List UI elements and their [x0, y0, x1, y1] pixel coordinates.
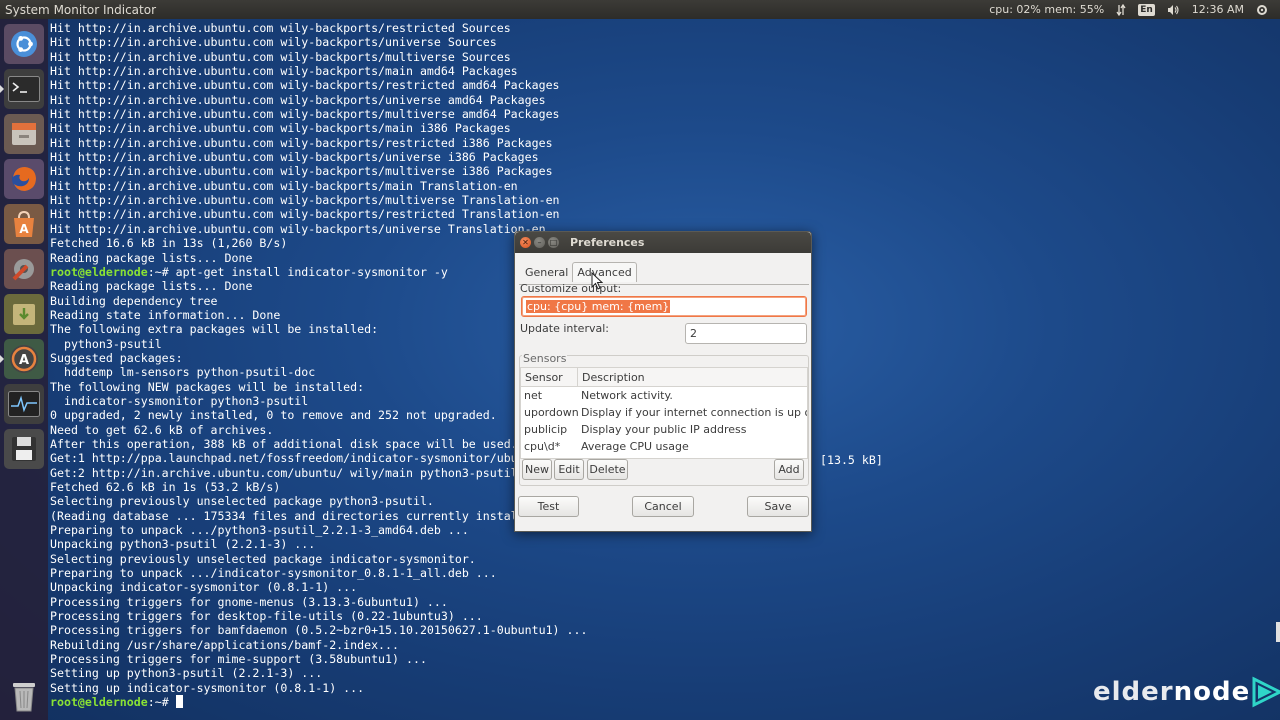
table-row[interactable]: cpu\d* Average CPU usage [521, 438, 807, 455]
trash-icon[interactable] [4, 676, 44, 716]
svg-text:A: A [19, 222, 29, 236]
text-cursor [175, 695, 183, 709]
network-updown-icon[interactable] [1116, 3, 1126, 16]
delete-sensor-button[interactable]: Delete [587, 459, 628, 480]
firefox-icon[interactable] [4, 159, 44, 199]
play-logo-icon [1252, 676, 1280, 708]
archive-manager-icon[interactable] [4, 294, 44, 334]
table-row[interactable]: upordown Display if your internet connect… [521, 404, 807, 421]
svg-text:A: A [19, 353, 29, 368]
terminal-line: Selecting previously unselected package … [50, 551, 476, 566]
sensor-name: cpu\d* [524, 440, 561, 453]
maximize-icon[interactable]: □ [548, 237, 559, 248]
terminal-lines-before: Hit http://in.archive.ubuntu.com wily-ba… [50, 21, 1280, 265]
cancel-button[interactable]: Cancel [632, 496, 694, 517]
sensor-description: Network activity. [581, 389, 673, 402]
column-header-description[interactable]: Description [578, 368, 649, 386]
customize-output-value: cpu: {cpu} mem: {mem} [526, 300, 671, 313]
prompt: root@eldernode [50, 695, 148, 710]
terminal-line: Unpacking python3-psutil (2.2.1-3) ... [50, 537, 316, 552]
sensors-label: Sensors [522, 352, 568, 365]
eldernode-watermark: elder node [1093, 676, 1280, 708]
terminal-line: Processing triggers for bamfdaemon (0.5.… [50, 623, 588, 638]
edge-scroll-marker [1276, 622, 1280, 642]
edit-sensor-button[interactable]: Edit [554, 459, 584, 480]
terminal-line: Hit http://in.archive.ubuntu.com wily-ba… [50, 78, 560, 93]
update-interval-label: Update interval: [520, 322, 609, 335]
terminal-line: Hit http://in.archive.ubuntu.com wily-ba… [50, 64, 518, 79]
terminal-line: Hit http://in.archive.ubuntu.com wily-ba… [50, 164, 553, 179]
active-window-title: System Monitor Indicator [5, 2, 157, 17]
clock[interactable]: 12:36 AM [1192, 3, 1244, 16]
terminal-line: Hit http://in.archive.ubuntu.com wily-ba… [50, 49, 511, 64]
tab-general[interactable]: General [521, 262, 572, 282]
test-button[interactable]: Test [518, 496, 579, 517]
terminal-line: Hit http://in.archive.ubuntu.com wily-ba… [50, 193, 560, 208]
prompt: root@eldernode [50, 264, 148, 279]
system-monitor-icon[interactable] [4, 384, 44, 424]
terminal-line: Hit http://in.archive.ubuntu.com wily-ba… [50, 150, 539, 165]
add-sensor-button[interactable]: Add [774, 459, 804, 480]
sensor-name: upordown [524, 406, 579, 419]
sensor-description: Average CPU usage [581, 440, 689, 453]
customize-output-field[interactable]: cpu: {cpu} mem: {mem} [521, 296, 807, 317]
mouse-pointer-icon [591, 271, 604, 294]
sysmonitor-indicator[interactable]: cpu: 02% mem: 55% [989, 3, 1104, 16]
new-sensor-button[interactable]: New [522, 459, 552, 480]
system-settings-icon[interactable] [4, 249, 44, 289]
terminal-icon[interactable] [0, 69, 44, 109]
launcher: A A [0, 19, 48, 720]
terminal-line: Hit http://in.archive.ubuntu.com wily-ba… [50, 35, 497, 50]
update-interval-field[interactable]: 2 [685, 323, 807, 344]
column-header-sensor[interactable]: Sensor [521, 368, 578, 386]
session-gear-icon[interactable] [1256, 4, 1268, 16]
terminal-line: Hit http://in.archive.ubuntu.com wily-ba… [50, 21, 511, 35]
customize-output-label: Customize output: [520, 282, 622, 295]
save-button[interactable]: Save [747, 496, 809, 517]
table-row[interactable]: net Network activity. [521, 387, 807, 404]
top-panel: System Monitor Indicator cpu: 02% mem: 5… [0, 0, 1280, 19]
dialog-title: Preferences [570, 236, 645, 249]
tab-bar: General Advanced [521, 262, 637, 282]
table-row[interactable]: publicip Display your public IP address [521, 421, 807, 438]
terminal-line: Preparing to unpack .../indicator-sysmon… [50, 566, 497, 581]
software-center-icon[interactable]: A [4, 204, 44, 244]
sensors-table-header: Sensor Description [521, 368, 807, 387]
save-disk-icon[interactable] [4, 429, 44, 469]
terminal-line: Hit http://in.archive.ubuntu.com wily-ba… [50, 121, 511, 136]
dialog-titlebar[interactable]: ✕ – □ Preferences [515, 232, 811, 253]
files-icon[interactable] [4, 114, 44, 154]
command-text: :~# apt-get install indicator-sysmonitor… [147, 264, 448, 279]
terminal-line: Processing triggers for desktop-file-uti… [50, 609, 483, 624]
tab-advanced[interactable]: Advanced [572, 262, 637, 282]
terminal-line: Unpacking indicator-sysmonitor (0.8.1-1)… [50, 580, 358, 595]
preferences-dialog: ✕ – □ Preferences General Advanced Custo… [514, 231, 812, 532]
terminal-line: Hit http://in.archive.ubuntu.com wily-ba… [50, 207, 560, 222]
terminal-line: Processing triggers for gnome-menus (3.1… [50, 594, 448, 609]
terminal-line: Hit http://in.archive.ubuntu.com wily-ba… [50, 107, 560, 122]
sensor-description: Display your public IP address [581, 423, 747, 436]
prompt-suffix: :~# [147, 695, 176, 710]
sensor-name: net [524, 389, 543, 402]
sensor-name: publicip [524, 423, 568, 436]
sensor-description: Display if your internet connection is u… [581, 406, 807, 419]
software-updater-icon[interactable]: A [0, 339, 44, 379]
terminal-line: Hit http://in.archive.ubuntu.com wily-ba… [50, 92, 546, 107]
terminal-line: Hit http://in.archive.ubuntu.com wily-ba… [50, 178, 518, 193]
watermark-text-elder: elder [1093, 677, 1174, 707]
minimize-icon[interactable]: – [534, 237, 545, 248]
close-icon[interactable]: ✕ [520, 237, 531, 248]
keyboard-layout-indicator[interactable]: En [1138, 3, 1155, 16]
volume-icon[interactable] [1167, 4, 1180, 16]
ubuntu-logo-icon[interactable] [4, 24, 44, 64]
terminal-line: Processing triggers for mime-support (3.… [50, 652, 427, 667]
indicator-area: cpu: 02% mem: 55% En 12:36 AM [989, 0, 1280, 19]
terminal-line: Rebuilding /usr/share/applications/bamf-… [50, 637, 400, 652]
watermark-text-node: node [1173, 677, 1251, 707]
download-size-fragment: [13.5 kB] [820, 453, 883, 467]
terminal-line: Hit http://in.archive.ubuntu.com wily-ba… [50, 135, 553, 150]
sensors-table: Sensor Description net Network activity. … [520, 367, 808, 459]
